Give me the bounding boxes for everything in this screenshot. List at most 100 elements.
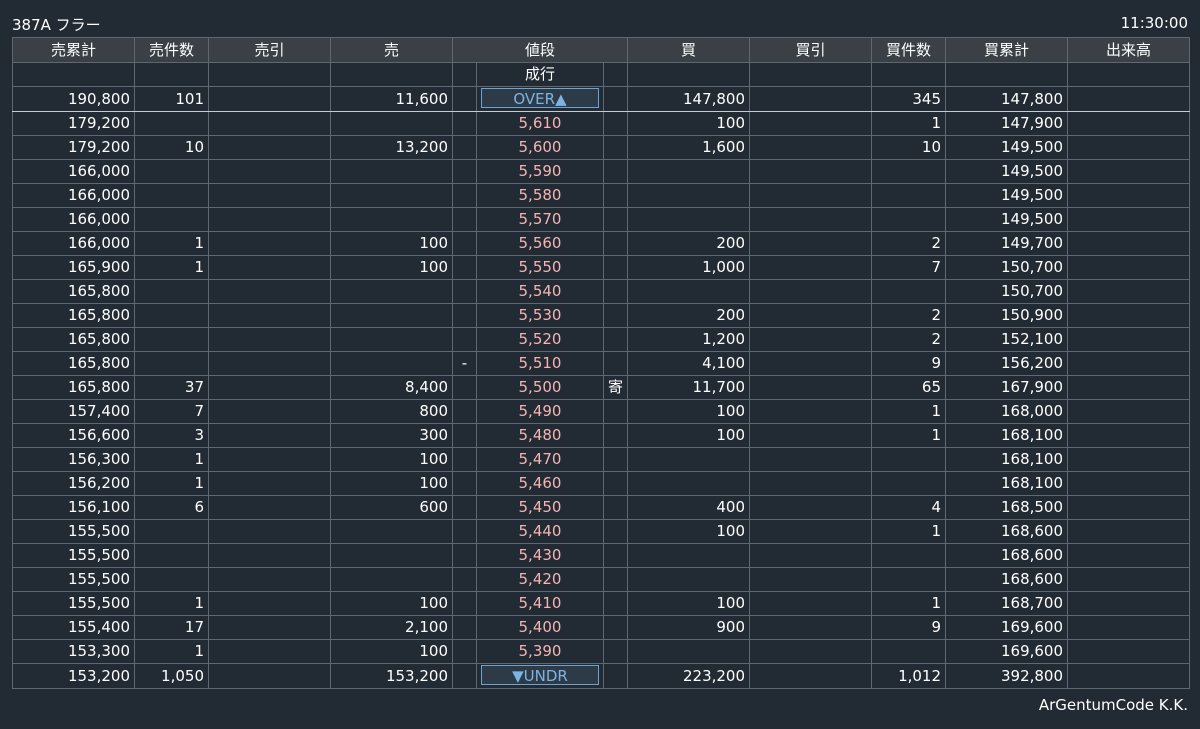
volume-cell: [1067, 615, 1191, 640]
sell-mark-cell: [452, 447, 477, 472]
col-header-buy-hikiri[interactable]: 買引: [749, 37, 873, 63]
price-cell[interactable]: 5,420: [476, 567, 604, 592]
price-cell[interactable]: 5,480: [476, 423, 604, 448]
price-cell[interactable]: 5,460: [476, 471, 604, 496]
col-header-sell-count[interactable]: 売件数: [134, 37, 209, 63]
price-cell[interactable]: 5,560: [476, 231, 604, 256]
buy-quantity-cell: [627, 159, 751, 184]
sell-mark-cell: [452, 135, 477, 160]
price-cell[interactable]: 5,530: [476, 303, 604, 328]
volume-cell: [1067, 399, 1191, 424]
sell-quantity-cell: 100: [330, 447, 453, 472]
price-cell[interactable]: 5,600: [476, 135, 604, 160]
order-row: 165,800 -5,510 4,100 9 156,200: [12, 351, 1191, 376]
buy-quantity-cell: 11,700: [627, 375, 751, 400]
price-cell[interactable]: 5,550: [476, 255, 604, 280]
col-header-price[interactable]: 値段: [451, 37, 629, 63]
price-cell[interactable]: 5,590: [476, 159, 604, 184]
price-cell[interactable]: 5,440: [476, 519, 604, 544]
market-time: 11:30:00: [1120, 14, 1188, 32]
sell-mark-cell: [452, 327, 477, 352]
sell-count-cell: 3: [134, 423, 209, 448]
sell-quantity-cell: 100: [330, 639, 453, 664]
buy-cumulative-cell: 149,500: [945, 183, 1069, 208]
buy-count-cell: 1: [871, 423, 947, 448]
under-flag: ▼UNDR: [481, 665, 599, 685]
sell-mark-cell: [452, 567, 477, 592]
sell-count-cell: 6: [134, 495, 209, 520]
sell-cumulative-cell: 166,000: [12, 231, 135, 256]
buy-quantity-cell: 1,600: [627, 135, 751, 160]
buy-hikiri-cell: [749, 663, 873, 689]
volume-cell: [1067, 375, 1191, 400]
sell-hikiri-cell: [208, 303, 331, 328]
sell-count-cell: [134, 567, 209, 592]
col-header-buy[interactable]: 買: [627, 37, 751, 63]
sell-mark-cell: [452, 231, 477, 256]
sell-count-cell: 17: [134, 615, 209, 640]
volume-cell: [1067, 135, 1191, 160]
price-cell[interactable]: 5,390: [476, 639, 604, 664]
price-cell[interactable]: 5,610: [476, 111, 604, 136]
buy-hikiri-cell: [749, 639, 873, 664]
buy-quantity-cell: 400: [627, 495, 751, 520]
sell-cumulative-cell: 166,000: [12, 159, 135, 184]
sell-cumulative-cell: 179,200: [12, 135, 135, 160]
buy-cumulative-cell: 167,900: [945, 375, 1069, 400]
col-header-sell-cumulative[interactable]: 売累計: [12, 37, 135, 63]
sell-count-cell: 1,050: [134, 663, 209, 689]
price-cell[interactable]: 5,450: [476, 495, 604, 520]
price-cell[interactable]: 5,520: [476, 327, 604, 352]
price-cell[interactable]: 5,510: [476, 351, 604, 376]
sell-count-cell: 1: [134, 591, 209, 616]
buy-quantity-cell: 100: [627, 111, 751, 136]
sell-mark-cell: [452, 399, 477, 424]
price-cell[interactable]: OVER▲: [476, 86, 604, 112]
buy-cumulative-cell: 150,700: [945, 279, 1069, 304]
sell-hikiri-cell: [208, 519, 331, 544]
buy-quantity-cell: 200: [627, 231, 751, 256]
volume-cell: [1067, 231, 1191, 256]
sell-mark-cell: [452, 207, 477, 232]
order-row: 156,600 3 300 5,480 100 1 168,100: [12, 423, 1191, 448]
sell-cumulative-cell: 153,200: [12, 663, 135, 689]
buy-hikiri-cell: [749, 62, 873, 87]
price-cell[interactable]: 5,430: [476, 543, 604, 568]
buy-hikiri-cell: [749, 135, 873, 160]
buy-quantity-cell: [627, 183, 751, 208]
buy-mark-cell: [602, 327, 629, 352]
price-cell[interactable]: 5,410: [476, 591, 604, 616]
buy-mark-cell: [602, 183, 629, 208]
price-cell[interactable]: 5,400: [476, 615, 604, 640]
price-cell[interactable]: 5,540: [476, 279, 604, 304]
price-cell[interactable]: 成行: [476, 62, 604, 87]
buy-hikiri-cell: [749, 519, 873, 544]
price-cell[interactable]: 5,580: [476, 183, 604, 208]
col-header-buy-count[interactable]: 買件数: [871, 37, 947, 63]
buy-cumulative-cell: 168,100: [945, 447, 1069, 472]
sell-hikiri-cell: [208, 62, 331, 87]
buy-mark-cell: [602, 279, 629, 304]
col-header-buy-cumulative[interactable]: 買累計: [945, 37, 1069, 63]
table-header-row: 売累計 売件数 売引 売 値段 買 買引 買件数 買累計 出来高: [12, 37, 1191, 63]
buy-hikiri-cell: [749, 159, 873, 184]
volume-cell: [1067, 639, 1191, 664]
volume-cell: [1067, 207, 1191, 232]
price-cell[interactable]: ▼UNDR: [476, 663, 604, 689]
price-cell[interactable]: 5,490: [476, 399, 604, 424]
buy-cumulative-cell: 392,800: [945, 663, 1069, 689]
price-cell[interactable]: 5,470: [476, 447, 604, 472]
buy-cumulative-cell: 147,900: [945, 111, 1069, 136]
volume-cell: [1067, 471, 1191, 496]
buy-count-cell: 4: [871, 495, 947, 520]
price-cell[interactable]: 5,570: [476, 207, 604, 232]
order-row: 166,000 5,570 149,500: [12, 207, 1191, 232]
col-header-sell-hikiri[interactable]: 売引: [208, 37, 331, 63]
price-cell[interactable]: 5,500: [476, 375, 604, 400]
volume-cell: [1067, 543, 1191, 568]
col-header-sell[interactable]: 売: [330, 37, 453, 63]
buy-mark-cell: [602, 591, 629, 616]
buy-quantity-cell: 1,000: [627, 255, 751, 280]
col-header-volume[interactable]: 出来高: [1067, 37, 1191, 63]
sell-cumulative-cell: 156,100: [12, 495, 135, 520]
